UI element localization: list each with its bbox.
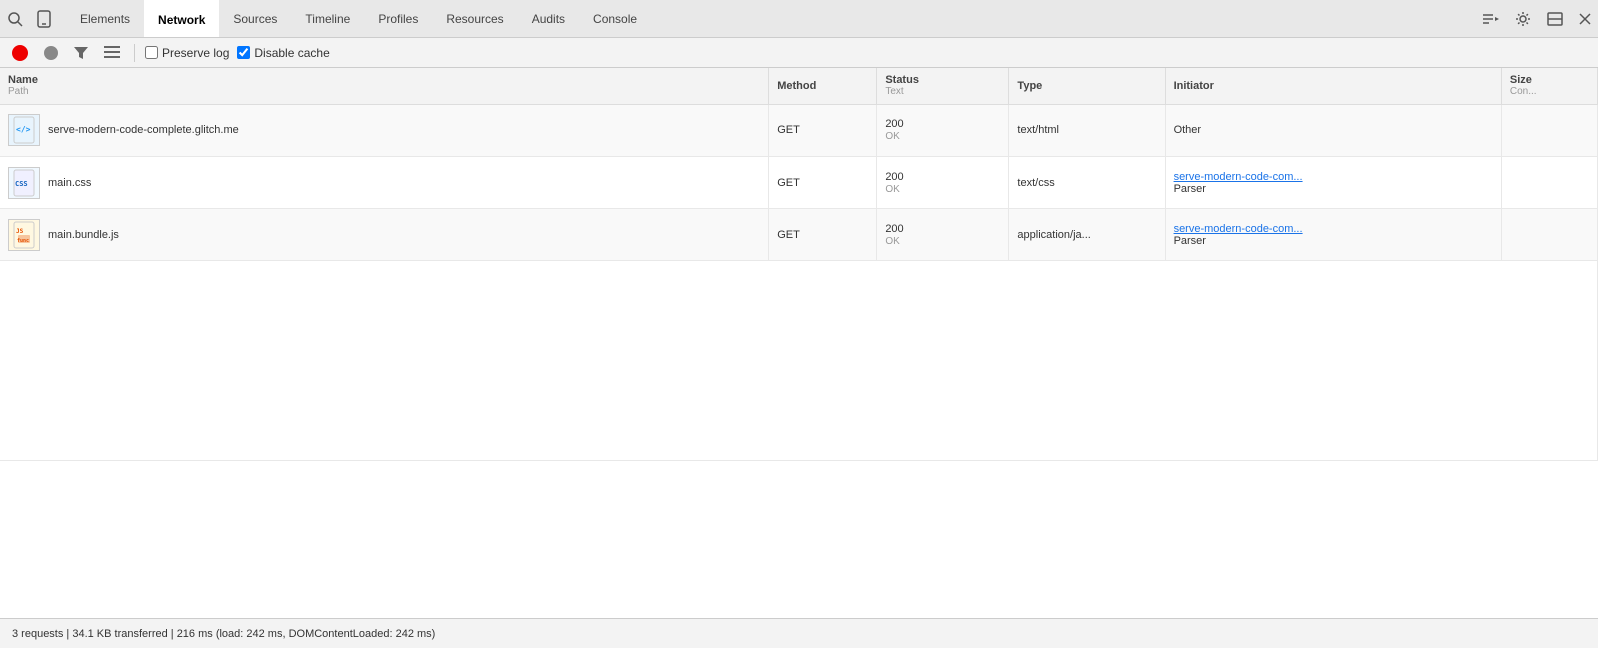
html-file-icon: </> [8, 114, 40, 146]
type-cell: text/html [1009, 105, 1165, 157]
table-row[interactable]: JS func main.bundle.js GET 200 [0, 209, 1598, 261]
empty-row [0, 261, 1598, 461]
list-icon [104, 46, 120, 59]
status-cell: 200 OK [877, 105, 1009, 157]
execute-button[interactable] [1480, 10, 1502, 28]
search-button[interactable] [4, 8, 26, 30]
record-icon [12, 45, 28, 61]
tab-elements[interactable]: Elements [66, 0, 144, 37]
css-file-icon: CSS [8, 167, 40, 199]
tab-profiles[interactable]: Profiles [364, 0, 432, 37]
preserve-log-label[interactable]: Preserve log [145, 46, 229, 60]
status-bar-text: 3 requests | 34.1 KB transferred | 216 m… [12, 628, 435, 640]
method-cell: GET [769, 209, 877, 261]
table-row[interactable]: </> serve-modern-code-complete.glitch.me… [0, 105, 1598, 157]
network-table-container: Name Path Method Status Text Type Initia… [0, 68, 1598, 618]
toolbar-separator-1 [134, 44, 135, 62]
nav-left-icons [4, 7, 66, 31]
network-data-table: </> serve-modern-code-complete.glitch.me… [0, 105, 1598, 462]
filter-button[interactable] [70, 45, 92, 61]
network-table: Name Path Method Status Text Type Initia… [0, 68, 1598, 105]
svg-text:JS: JS [16, 228, 24, 235]
name-cell: </> serve-modern-code-complete.glitch.me [0, 105, 769, 157]
dock-button[interactable] [1544, 9, 1566, 29]
tab-sources[interactable]: Sources [219, 0, 291, 37]
status-cell: 200 OK [877, 209, 1009, 261]
col-name[interactable]: Name Path [0, 68, 769, 104]
col-size[interactable]: Size Con... [1501, 68, 1597, 104]
svg-text:</>: </> [16, 125, 31, 134]
settings-button[interactable] [1512, 8, 1534, 30]
list-view-button[interactable] [100, 44, 124, 61]
size-cell [1501, 105, 1597, 157]
size-cell [1501, 157, 1597, 209]
tab-console[interactable]: Console [579, 0, 651, 37]
js-file-icon: JS func [8, 219, 40, 251]
col-status[interactable]: Status Text [877, 68, 1009, 104]
top-nav: Elements Network Sources Timeline Profil… [0, 0, 1598, 38]
status-cell: 200 OK [877, 157, 1009, 209]
size-cell [1501, 209, 1597, 261]
record-button[interactable] [8, 43, 32, 63]
initiator-cell: Other [1165, 105, 1501, 157]
type-cell: application/ja... [1009, 209, 1165, 261]
name-cell: CSS main.css [0, 157, 769, 209]
row-1-name: serve-modern-code-complete.glitch.me [48, 124, 239, 136]
method-cell: GET [769, 105, 877, 157]
col-type[interactable]: Type [1009, 68, 1165, 104]
nav-right-icons [1480, 8, 1594, 30]
row-3-name: main.bundle.js [48, 229, 119, 241]
col-method[interactable]: Method [769, 68, 877, 104]
type-cell: text/css [1009, 157, 1165, 209]
table-scroll-area[interactable]: </> serve-modern-code-complete.glitch.me… [0, 105, 1598, 619]
row-2-name: main.css [48, 177, 91, 189]
preserve-log-text: Preserve log [162, 46, 229, 60]
mobile-button[interactable] [34, 7, 54, 31]
disable-cache-text: Disable cache [254, 46, 329, 60]
close-button[interactable] [1576, 10, 1594, 28]
initiator-cell: serve-modern-code-com... Parser [1165, 157, 1501, 209]
tab-network[interactable]: Network [144, 0, 219, 37]
method-cell: GET [769, 157, 877, 209]
stop-icon [44, 46, 58, 60]
stop-button[interactable] [40, 44, 62, 62]
svg-text:func: func [17, 238, 29, 244]
table-header-row: Name Path Method Status Text Type Initia… [0, 68, 1598, 104]
initiator-cell: serve-modern-code-com... Parser [1165, 209, 1501, 261]
disable-cache-label[interactable]: Disable cache [237, 46, 329, 60]
col-initiator[interactable]: Initiator [1165, 68, 1501, 104]
status-bar: 3 requests | 34.1 KB transferred | 216 m… [0, 618, 1598, 648]
svg-text:CSS: CSS [15, 180, 28, 188]
tab-timeline[interactable]: Timeline [291, 0, 364, 37]
nav-tabs: Elements Network Sources Timeline Profil… [66, 0, 651, 37]
name-cell: JS func main.bundle.js [0, 209, 769, 261]
preserve-log-checkbox[interactable] [145, 46, 158, 59]
filter-icon [74, 47, 88, 59]
tab-audits[interactable]: Audits [518, 0, 579, 37]
table-row[interactable]: CSS main.css GET 200 OK tex [0, 157, 1598, 209]
tab-resources[interactable]: Resources [432, 0, 517, 37]
toolbar: Preserve log Disable cache [0, 38, 1598, 68]
disable-cache-checkbox[interactable] [237, 46, 250, 59]
